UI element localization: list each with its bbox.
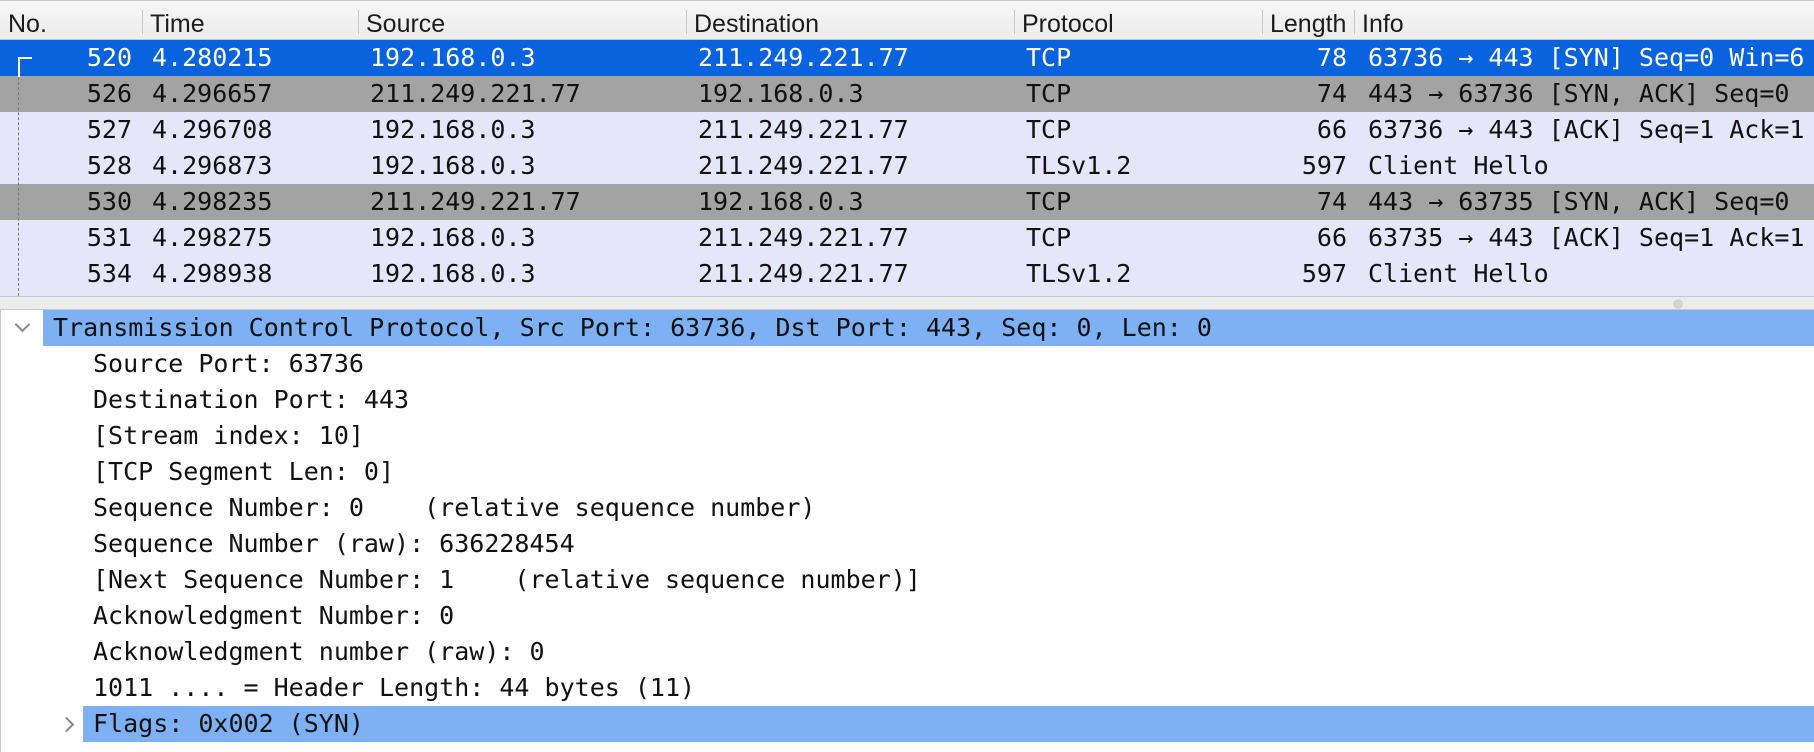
- packet-protocol: TLSv1.2: [1026, 259, 1132, 288]
- tree-field[interactable]: Destination Port: 443: [1, 382, 1814, 418]
- column-header-time[interactable]: Time: [142, 1, 358, 41]
- packet-list[interactable]: No. Time Source Destination Protocol Len…: [0, 0, 1814, 296]
- packet-source: 192.168.0.3: [370, 151, 536, 180]
- chevron-right-icon[interactable]: [57, 706, 81, 742]
- packet-info: 63736 → 443 [ACK] Seq=1 Ack=1: [1368, 115, 1805, 144]
- packet-row[interactable]: 528 4.296873 192.168.0.3 211.249.221.77 …: [0, 148, 1814, 184]
- packet-time: 4.298235: [152, 187, 273, 216]
- packet-source: 192.168.0.3: [370, 115, 536, 144]
- packet-destination: 192.168.0.3: [698, 187, 864, 216]
- column-header-no[interactable]: No.: [0, 1, 142, 41]
- tree-field-label: Sequence Number (raw): 636228454: [93, 529, 575, 558]
- packet-source: 192.168.0.3: [370, 43, 536, 72]
- packet-row[interactable]: 530 4.298235 211.249.221.77 192.168.0.3 …: [0, 184, 1814, 220]
- packet-source: 192.168.0.3: [370, 223, 536, 252]
- tree-field[interactable]: Acknowledgment number (raw): 0: [1, 634, 1814, 670]
- tree-field[interactable]: Sequence Number: 0 (relative sequence nu…: [1, 490, 1814, 526]
- packet-number: 531: [86, 223, 132, 252]
- tree-field[interactable]: Source Port: 63736: [1, 346, 1814, 382]
- tree-field-label: 1011 .... = Header Length: 44 bytes (11): [93, 673, 696, 702]
- packet-length: 597: [1301, 259, 1347, 288]
- tree-field-label: [Stream index: 10]: [93, 421, 364, 450]
- tree-item-label: Transmission Control Protocol, Src Port:…: [53, 313, 1212, 342]
- pane-splitter[interactable]: [0, 296, 1814, 310]
- tree-field-label: Acknowledgment Number: 0: [93, 601, 455, 630]
- packet-destination: 211.249.221.77: [698, 115, 909, 144]
- tree-item-flags[interactable]: Flags: 0x002 (SYN): [1, 706, 1814, 742]
- packet-time: 4.280215: [152, 43, 273, 72]
- packet-row[interactable]: 534 4.298938 192.168.0.3 211.249.221.77 …: [0, 256, 1814, 292]
- tree-field-label: Source Port: 63736: [93, 349, 364, 378]
- packet-source: 211.249.221.77: [370, 79, 581, 108]
- column-header-length[interactable]: Length: [1262, 1, 1354, 41]
- packet-number: 534: [86, 259, 132, 288]
- packet-info: 443 → 63735 [SYN, ACK] Seq=0: [1368, 187, 1790, 216]
- packet-length: 66: [1316, 223, 1347, 252]
- packet-protocol: TCP: [1026, 79, 1072, 108]
- packet-number: 527: [86, 115, 132, 144]
- tree-field-label: [Next Sequence Number: 1 (relative seque…: [93, 565, 921, 594]
- packet-protocol: TLSv1.2: [1026, 151, 1132, 180]
- packet-source: 211.249.221.77: [370, 187, 581, 216]
- packet-source: 192.168.0.3: [370, 259, 536, 288]
- packet-destination: 211.249.221.77: [698, 151, 909, 180]
- tree-field[interactable]: Acknowledgment Number: 0: [1, 598, 1814, 634]
- packet-row[interactable]: 526 4.296657 211.249.221.77 192.168.0.3 …: [0, 76, 1814, 112]
- tree-field[interactable]: [Stream index: 10]: [1, 418, 1814, 454]
- tree-field-label: [TCP Segment Len: 0]: [93, 457, 395, 486]
- packet-length: 74: [1316, 79, 1347, 108]
- packet-row[interactable]: 520 4.280215 192.168.0.3 211.249.221.77 …: [0, 40, 1814, 76]
- tree-field-label: Sequence Number: 0 (relative sequence nu…: [93, 493, 816, 522]
- conversation-line: [18, 57, 19, 296]
- packet-time: 4.296708: [152, 115, 273, 144]
- tree-field-label: Acknowledgment number (raw): 0: [93, 637, 545, 666]
- packet-info: 63736 → 443 [SYN] Seq=0 Win=6: [1368, 43, 1805, 72]
- packet-time: 4.298938: [152, 259, 273, 288]
- packet-info: 63735 → 443 [ACK] Seq=1 Ack=1: [1368, 223, 1805, 252]
- packet-row[interactable]: 527 4.296708 192.168.0.3 211.249.221.77 …: [0, 112, 1814, 148]
- packet-time: 4.298275: [152, 223, 273, 252]
- chevron-down-icon[interactable]: [11, 310, 35, 346]
- packet-list-header: No. Time Source Destination Protocol Len…: [0, 0, 1814, 40]
- packet-destination: 211.249.221.77: [698, 223, 909, 252]
- packet-destination: 192.168.0.3: [698, 79, 864, 108]
- packet-info: Client Hello: [1368, 259, 1549, 288]
- tree-item-tcp[interactable]: Transmission Control Protocol, Src Port:…: [1, 310, 1814, 346]
- packet-row[interactable]: 531 4.298275 192.168.0.3 211.249.221.77 …: [0, 220, 1814, 256]
- conversation-start-marker: [18, 57, 32, 77]
- column-header-info[interactable]: Info: [1354, 1, 1814, 41]
- packet-length: 74: [1316, 187, 1347, 216]
- packet-protocol: TCP: [1026, 223, 1072, 252]
- tree-field[interactable]: 1011 .... = Header Length: 44 bytes (11): [1, 670, 1814, 706]
- packet-protocol: TCP: [1026, 115, 1072, 144]
- tree-field-label: Destination Port: 443: [93, 385, 410, 414]
- packet-destination: 211.249.221.77: [698, 259, 909, 288]
- packet-number: 528: [86, 151, 132, 180]
- packet-time: 4.296657: [152, 79, 273, 108]
- column-header-source[interactable]: Source: [358, 1, 686, 41]
- tree-field[interactable]: [Next Sequence Number: 1 (relative seque…: [1, 562, 1814, 598]
- column-header-protocol[interactable]: Protocol: [1014, 1, 1262, 41]
- packet-number: 526: [86, 79, 132, 108]
- packet-protocol: TCP: [1026, 187, 1072, 216]
- tree-item-label: Flags: 0x002 (SYN): [93, 709, 364, 738]
- packet-protocol: TCP: [1026, 43, 1072, 72]
- packet-length: 78: [1316, 43, 1347, 72]
- packet-time: 4.296873: [152, 151, 273, 180]
- packet-details[interactable]: Transmission Control Protocol, Src Port:…: [0, 310, 1814, 752]
- packet-length: 597: [1301, 151, 1347, 180]
- splitter-grip-icon[interactable]: [1673, 299, 1683, 309]
- tree-field[interactable]: [TCP Segment Len: 0]: [1, 454, 1814, 490]
- tree-field[interactable]: Sequence Number (raw): 636228454: [1, 526, 1814, 562]
- packet-length: 66: [1316, 115, 1347, 144]
- packet-destination: 211.249.221.77: [698, 43, 909, 72]
- packet-number: 530: [86, 187, 132, 216]
- packet-info: 443 → 63736 [SYN, ACK] Seq=0: [1368, 79, 1790, 108]
- packet-info: Client Hello: [1368, 151, 1549, 180]
- column-header-destination[interactable]: Destination: [686, 1, 1014, 41]
